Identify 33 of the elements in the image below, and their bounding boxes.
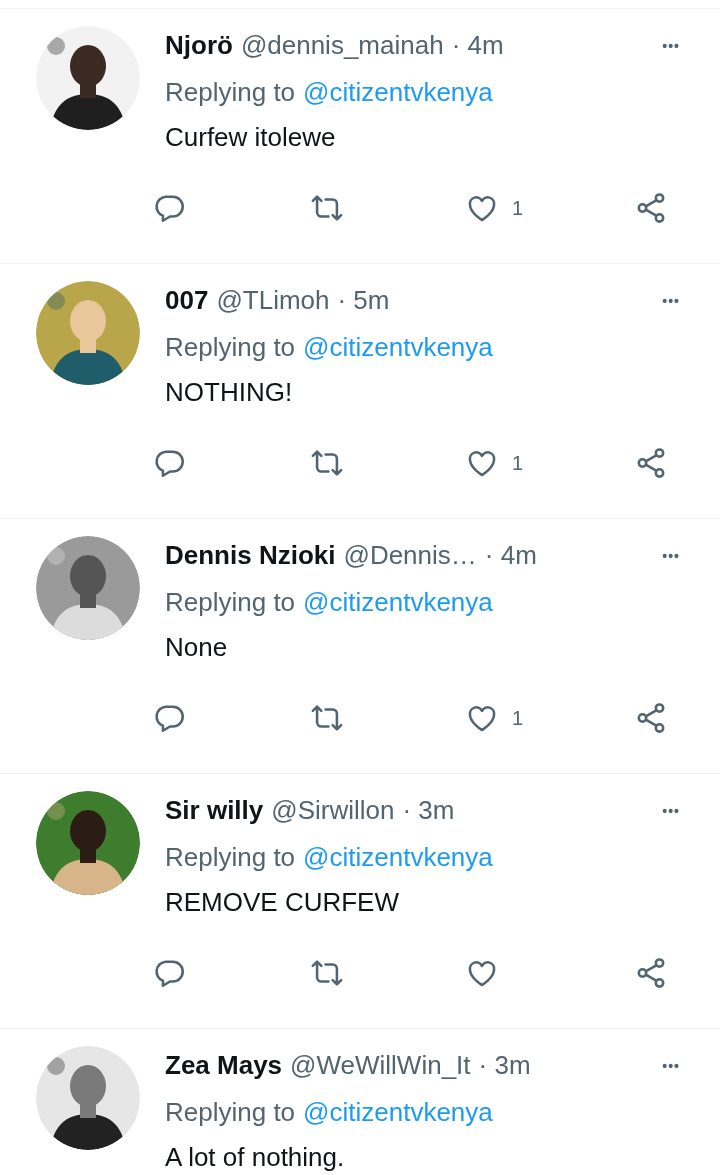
timestamp[interactable]: · 3m (478, 1042, 531, 1089)
reply-text: NOTHING! (165, 376, 294, 409)
timestamp[interactable]: · 5m (337, 277, 390, 324)
more-button[interactable]: ••• (662, 31, 680, 61)
user-name[interactable]: 007 (165, 277, 209, 324)
more-button[interactable]: ••• (662, 1051, 680, 1081)
user-handle[interactable]: @Dennis… (343, 532, 477, 579)
reply-text: Curfew itolewe (165, 121, 337, 154)
replying-label: Replying to (165, 1096, 296, 1129)
more-button[interactable]: ••• (662, 796, 680, 826)
replying-label: Replying to (165, 331, 296, 364)
user-handle[interactable]: @TLimoh (216, 277, 330, 324)
user-handle[interactable]: @dennis_mainah (240, 22, 444, 69)
reply-text: A lot of nothing. (165, 1141, 346, 1174)
reply-text: REMOVE CURFEW (165, 886, 400, 919)
user-name[interactable]: Zea Mays (165, 1042, 283, 1089)
like-count: 1 (512, 195, 524, 221)
user-name[interactable]: Sir willy (165, 787, 264, 834)
reply-text: None (165, 631, 229, 664)
replying-label: Replying to (165, 76, 296, 109)
user-handle[interactable]: @Sirwillon (271, 787, 395, 834)
replying-label: Replying to (165, 841, 296, 874)
timestamp[interactable]: · 3m (402, 787, 455, 834)
user-name[interactable]: Dennis Nzioki (165, 532, 336, 579)
more-button[interactable]: ••• (662, 286, 680, 316)
user-name[interactable]: Njorö (165, 22, 233, 69)
timestamp[interactable]: · 4m (451, 22, 504, 69)
like-count: 1 (512, 705, 524, 731)
like-count: 1 (512, 450, 524, 476)
timestamp[interactable]: · 4m (484, 532, 537, 579)
more-button[interactable]: ••• (662, 541, 680, 571)
user-handle[interactable]: @WeWillWin_It (290, 1042, 471, 1089)
replying-label: Replying to (165, 586, 296, 619)
